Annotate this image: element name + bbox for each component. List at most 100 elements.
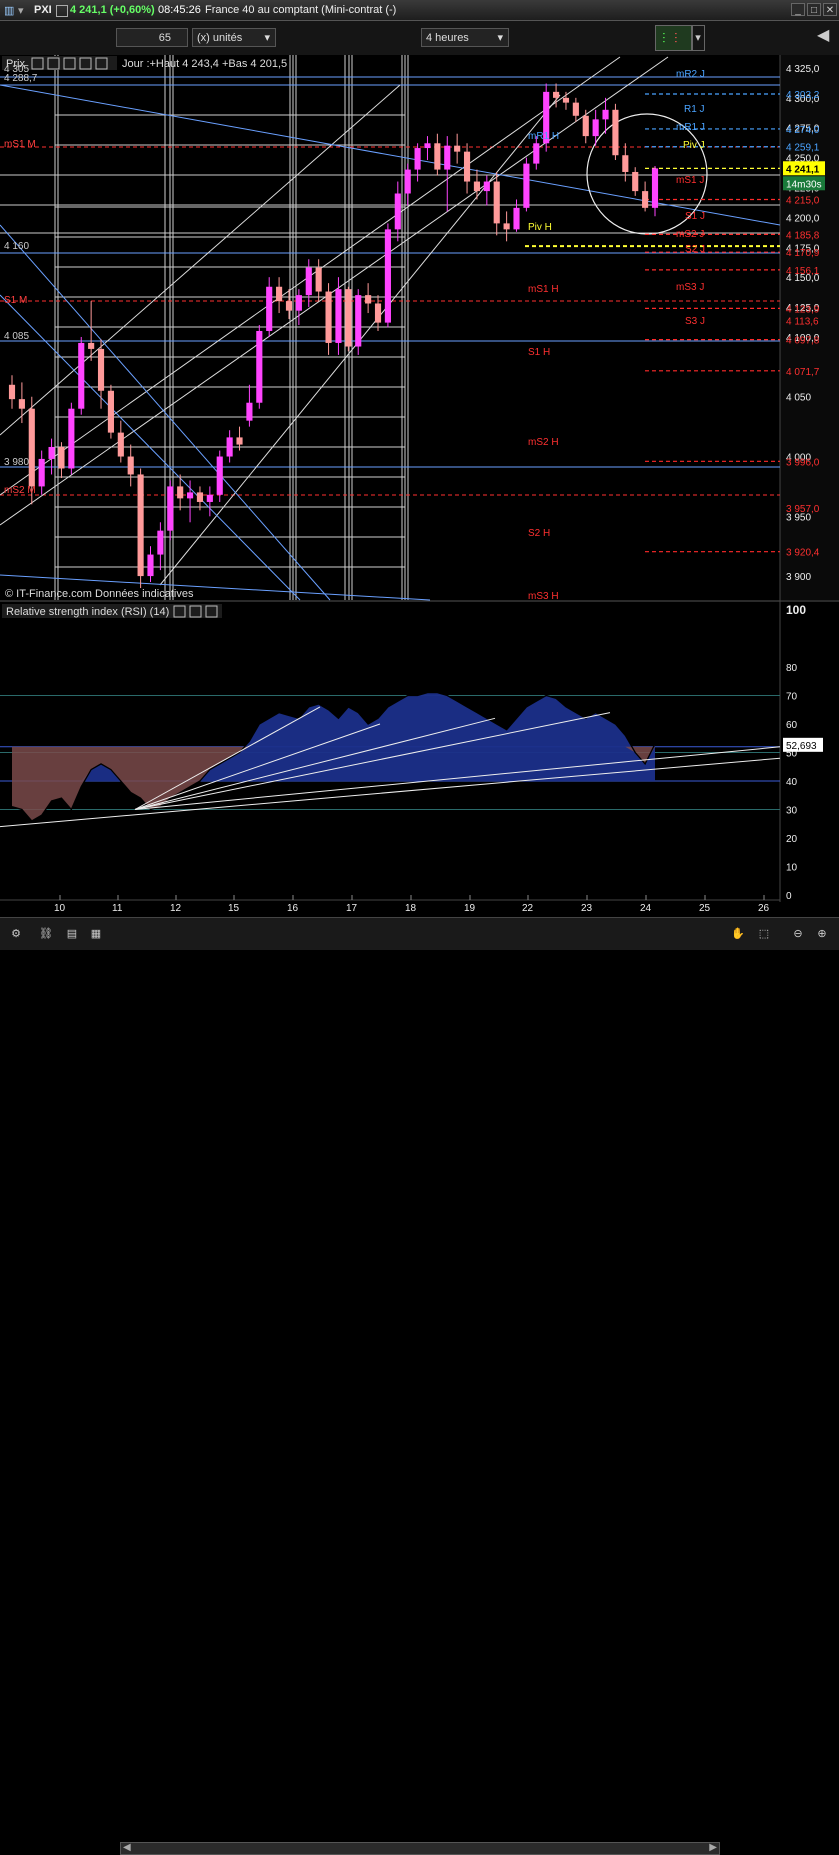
x-tick-label: 11 xyxy=(112,903,123,914)
x-tick-label: 25 xyxy=(699,903,711,914)
chart-type-button[interactable]: ⫶ ⫶ xyxy=(655,25,693,51)
left-level-label: 4 160 xyxy=(4,241,29,252)
candle-body xyxy=(454,145,461,152)
units-select[interactable]: (x) unités ▾ xyxy=(192,28,276,47)
collapse-arrow-icon[interactable]: ◀ xyxy=(817,25,837,51)
candle-body xyxy=(394,193,401,230)
candle-body xyxy=(8,384,16,400)
candle-body xyxy=(157,530,164,555)
pivot-label: Piv H xyxy=(528,222,552,233)
quantity-stepper[interactable]: 65 xyxy=(116,28,188,47)
time: 08:45:26 xyxy=(158,4,201,16)
candle-body xyxy=(88,342,95,349)
zoom-out-icon[interactable]: ⊖ xyxy=(790,926,806,942)
candle-body xyxy=(434,143,441,170)
x-tick-label: 12 xyxy=(170,903,182,914)
x-tick-label: 10 xyxy=(54,903,66,914)
left-level-label: 4 288,7 xyxy=(4,73,38,84)
candle-body xyxy=(226,437,233,457)
candle-body xyxy=(513,207,520,230)
add-indicator-icon[interactable]: ▤ xyxy=(64,926,80,942)
chevron-down-icon: ▾ xyxy=(497,32,503,44)
rsi-tick: 20 xyxy=(786,834,798,845)
candle-body xyxy=(572,102,579,116)
candle-body xyxy=(642,191,649,208)
level-tag: 4 113,6 xyxy=(786,317,819,328)
doc-icon xyxy=(56,5,68,17)
pivot-label: mR2 J xyxy=(676,69,705,80)
candle-body xyxy=(355,295,362,347)
candle-body xyxy=(651,168,659,208)
candle-body xyxy=(473,181,481,192)
level-tag: 4 170,9 xyxy=(786,248,820,259)
candle-body xyxy=(68,408,75,469)
maximize-button[interactable]: □ xyxy=(807,3,821,16)
pivot-label: mS2 J xyxy=(676,229,704,240)
candle-body xyxy=(374,303,382,323)
hand-tool-icon[interactable]: ✋ xyxy=(730,926,746,942)
level-tag: 3 957,0 xyxy=(786,504,820,515)
level-tag: 3 920,4 xyxy=(786,548,820,559)
close-button[interactable]: ✕ xyxy=(823,3,837,16)
candle-body xyxy=(533,143,540,164)
price-tick: 4 200,0 xyxy=(786,213,820,224)
candle-body xyxy=(612,109,619,156)
horizontal-scrollbar[interactable]: ◀ ▶ xyxy=(120,1842,720,1855)
candle-body xyxy=(622,155,629,172)
rsi-tick: 10 xyxy=(786,863,798,874)
left-level-label: S1 M xyxy=(4,295,27,306)
rsi-tick: 80 xyxy=(786,663,798,674)
level-tag: 4 123,9 xyxy=(786,304,820,315)
pivot-label: mS3 J xyxy=(676,282,704,293)
candle-body xyxy=(276,286,283,302)
zoom-region-icon[interactable]: ⬚ xyxy=(756,926,772,942)
x-tick-label: 15 xyxy=(228,903,240,914)
last-price: 4 241,1 xyxy=(786,164,820,175)
candle-body xyxy=(325,291,332,343)
x-tick-label: 23 xyxy=(581,903,593,914)
candle-body xyxy=(553,91,560,98)
toolbar: 65 (x) unités ▾ 4 heures ▾ ⫶ ⫶ ▾ ◀ xyxy=(0,21,839,56)
pivot-label: S2 H xyxy=(528,528,550,539)
link-icon[interactable]: ⛓ xyxy=(38,926,54,942)
candle-body xyxy=(335,289,342,343)
candle-body xyxy=(78,342,85,409)
pivot-label: mS1 H xyxy=(528,284,559,295)
left-level-label: 4 085 xyxy=(4,331,29,342)
rsi-tick: 30 xyxy=(786,806,798,817)
bottom-toolbar: ⚙ ⛓ ▤ ▦ ◀ ▶ ✋ ⬚ ⊖ ⊕ xyxy=(0,917,839,1855)
candle-body xyxy=(236,437,243,445)
level-tag: 4 259,1 xyxy=(786,143,820,154)
candle-body xyxy=(266,286,273,331)
left-level-label: mS2 M xyxy=(4,485,36,496)
pivot-label: S3 J xyxy=(685,316,705,327)
candle-body xyxy=(424,143,431,149)
candles-icon: ⫶ xyxy=(674,30,678,46)
pivot-label: S2 J xyxy=(685,244,705,255)
title-bar: ▥ ▾ PXI 4 241,1 (+0,60%) 08:45:26 France… xyxy=(0,0,839,21)
pivot-label: S1 H xyxy=(528,347,550,358)
level-tag: 4 274,0 xyxy=(786,125,820,136)
pivot-label: mS1 J xyxy=(676,175,704,186)
candle-body xyxy=(58,446,65,469)
chevron-down-icon[interactable]: ▾ xyxy=(691,25,705,51)
settings-icon[interactable]: ⚙ xyxy=(8,926,24,942)
period-select[interactable]: 4 heures ▾ xyxy=(421,28,509,47)
pivot-label: mR1 J xyxy=(676,122,705,133)
candle-body xyxy=(196,492,204,502)
level-tag: 4 185,8 xyxy=(786,230,820,241)
chevron-down-icon[interactable]: ▾ xyxy=(18,4,24,17)
x-tick-label: 18 xyxy=(405,903,417,914)
scroll-right-icon[interactable]: ▶ xyxy=(709,1842,717,1853)
x-tick-label: 19 xyxy=(464,903,476,914)
minimize-button[interactable]: _ xyxy=(791,3,805,16)
layout-icon[interactable]: ▦ xyxy=(88,926,104,942)
zoom-in-icon[interactable]: ⊕ xyxy=(814,926,830,942)
candle-body xyxy=(256,330,263,403)
candle-body xyxy=(345,289,352,347)
pivot-label: mS3 H xyxy=(528,591,559,602)
x-tick-label: 17 xyxy=(346,903,358,914)
candle-body xyxy=(523,163,530,208)
scroll-left-icon[interactable]: ◀ xyxy=(123,1842,131,1853)
quote: 4 241,1 (+0,60%) xyxy=(70,4,155,16)
